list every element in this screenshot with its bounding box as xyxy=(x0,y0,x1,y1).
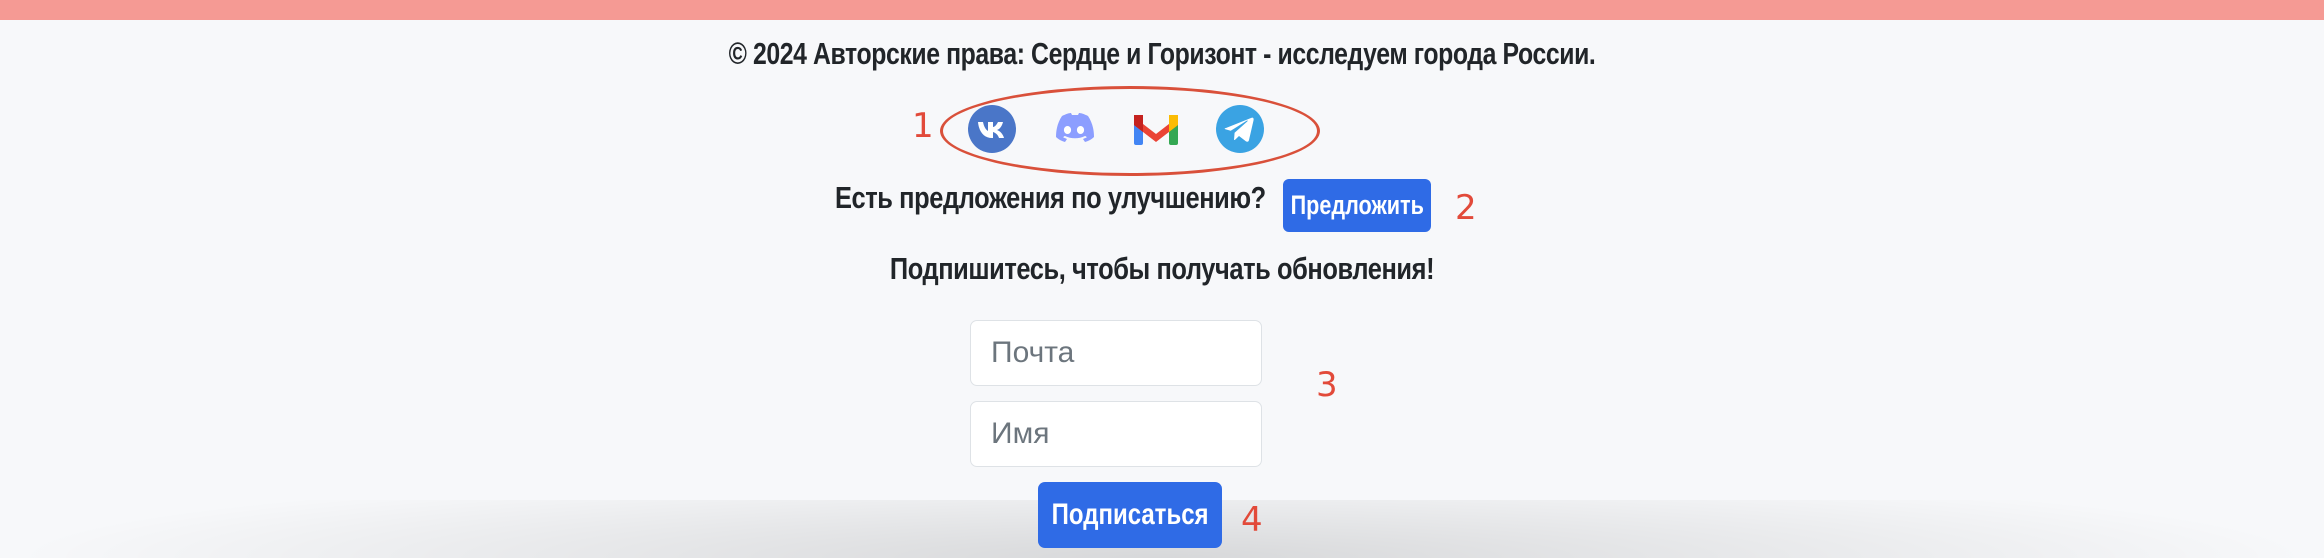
discord-icon[interactable] xyxy=(1048,103,1100,155)
suggest-button[interactable]: Предложить xyxy=(1283,179,1431,232)
telegram-icon[interactable] xyxy=(1214,103,1266,155)
annotation-marker-2: 2 xyxy=(1455,188,1477,228)
subscribe-button-label: Подписаться xyxy=(1051,498,1209,531)
email-field[interactable] xyxy=(970,320,1262,386)
top-accent-bar xyxy=(0,0,2324,20)
annotation-marker-1: 1 xyxy=(912,106,934,146)
name-field[interactable] xyxy=(970,401,1262,467)
gmail-icon[interactable] xyxy=(1130,103,1182,155)
suggestion-prompt: Есть предложения по улучшению? xyxy=(835,180,1266,215)
annotation-marker-3: 3 xyxy=(1316,365,1338,405)
copyright-text: © 2024 Авторские права: Сердце и Горизон… xyxy=(728,36,1596,71)
suggest-button-label: Предложить xyxy=(1290,190,1424,220)
subscribe-heading: Подпишитесь, чтобы получать обновления! xyxy=(889,251,1435,286)
annotation-marker-4: 4 xyxy=(1241,500,1263,540)
subscribe-button[interactable]: Подписаться xyxy=(1038,482,1222,548)
vk-icon[interactable] xyxy=(966,103,1018,155)
